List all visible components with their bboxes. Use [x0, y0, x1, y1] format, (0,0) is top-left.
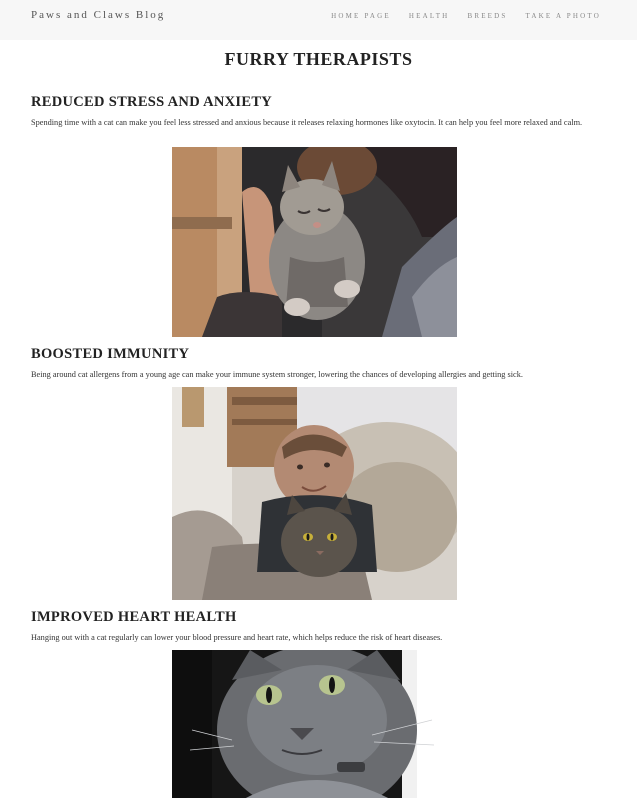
nav-link-take-a-photo[interactable]: TAKE A PHOTO — [526, 12, 602, 20]
top-navbar: Paws and Claws Blog HOME PAGE HEALTH BRE… — [0, 0, 637, 40]
section-heading-stress: REDUCED STRESS AND ANXIETY — [31, 94, 273, 110]
nav-links: HOME PAGE HEALTH BREEDS TAKE A PHOTO — [313, 12, 601, 20]
nav-link-breeds[interactable]: BREEDS — [467, 12, 507, 20]
section-heading-immunity: BOOSTED IMMUNITY — [31, 346, 190, 362]
section-text-immunity: Being around cat allergens from a young … — [31, 370, 523, 379]
cat-cuddle-photo — [172, 147, 457, 337]
gray-cat-closeup-photo — [172, 650, 457, 798]
section-text-heart: Hanging out with a cat regularly can low… — [31, 633, 443, 642]
section-heading-heart: IMPROVED HEART HEALTH — [31, 609, 237, 625]
baby-with-cat-photo — [172, 387, 457, 600]
page-title: FURRY THERAPISTS — [224, 49, 413, 69]
site-brand[interactable]: Paws and Claws Blog — [31, 9, 165, 21]
section-text-stress: Spending time with a cat can make you fe… — [31, 118, 583, 127]
nav-link-home-page[interactable]: HOME PAGE — [331, 12, 391, 20]
nav-link-health[interactable]: HEALTH — [409, 12, 450, 20]
